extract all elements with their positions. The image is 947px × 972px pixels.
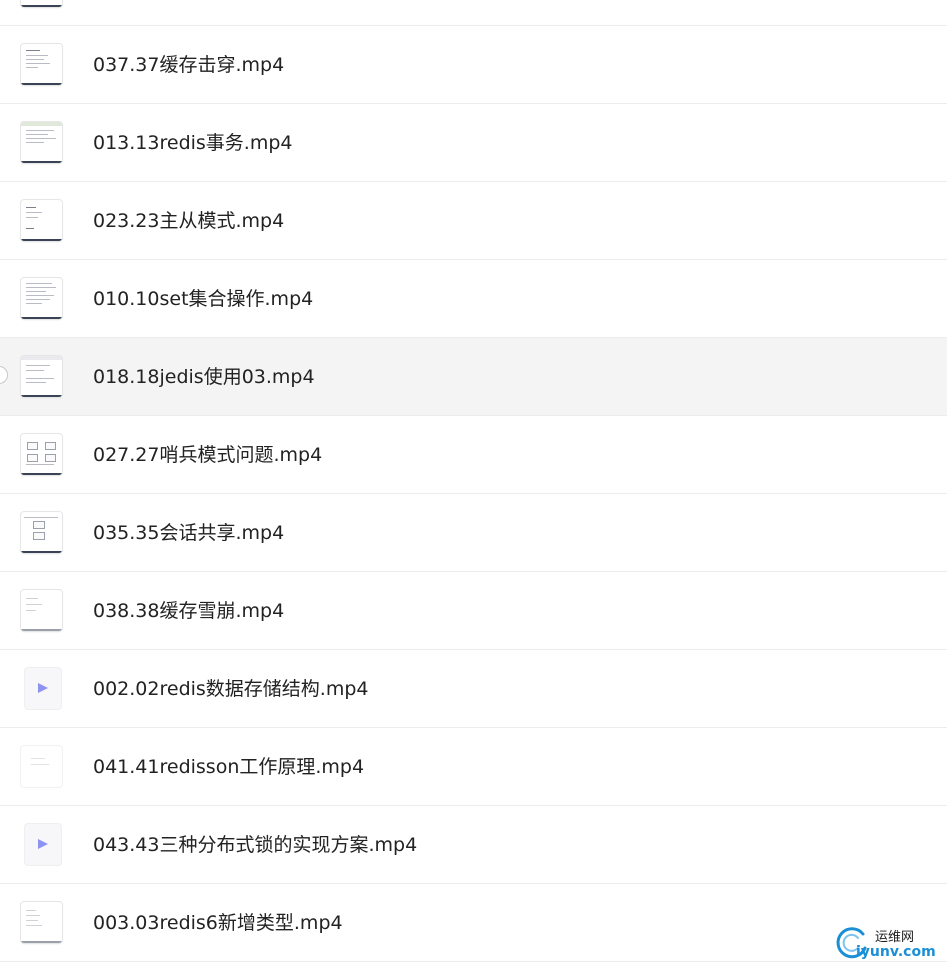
file-name: 003.03redis6新增类型.mp4 (93, 912, 343, 934)
file-name: 002.02redis数据存储结构.mp4 (93, 678, 369, 700)
file-row[interactable]: 002.02redis数据存储结构.mp4 (0, 650, 947, 728)
select-checkbox[interactable] (0, 366, 8, 384)
file-row[interactable]: 043.43三种分布式锁的实现方案.mp4 (0, 806, 947, 884)
play-icon (38, 683, 48, 693)
video-thumbnail (21, 200, 62, 241)
file-list: 037.37缓存击穿.mp4 013.13redis事务.mp4 023.23主… (0, 0, 947, 962)
file-name: 013.13redis事务.mp4 (93, 132, 293, 154)
watermark-url: iyunv.com (856, 944, 936, 960)
video-thumbnail (21, 44, 62, 85)
file-row[interactable]: 010.10set集合操作.mp4 (0, 260, 947, 338)
site-watermark: 运维网 iyunv.com (835, 922, 939, 966)
file-name: 023.23主从模式.mp4 (93, 210, 285, 232)
file-name: 038.38缓存雪崩.mp4 (93, 600, 285, 622)
video-thumbnail (21, 512, 62, 553)
file-row[interactable]: 023.23主从模式.mp4 (0, 182, 947, 260)
file-row[interactable]: 038.38缓存雪崩.mp4 (0, 572, 947, 650)
file-row[interactable] (0, 0, 947, 26)
video-file-icon (25, 668, 61, 709)
video-thumbnail (21, 122, 62, 163)
video-thumbnail (21, 434, 62, 475)
video-thumbnail (21, 0, 62, 7)
file-name: 010.10set集合操作.mp4 (93, 288, 314, 310)
watermark-title: 运维网 (875, 930, 915, 945)
video-file-icon (25, 824, 61, 865)
file-name: 041.41redisson工作原理.mp4 (93, 756, 365, 778)
file-name: 043.43三种分布式锁的实现方案.mp4 (93, 834, 418, 856)
video-thumbnail (21, 356, 62, 397)
file-name: 037.37缓存击穿.mp4 (93, 54, 285, 76)
file-row[interactable]: 003.03redis6新增类型.mp4 (0, 884, 947, 962)
file-name: 018.18jedis使用03.mp4 (93, 366, 315, 388)
file-row[interactable]: 018.18jedis使用03.mp4 (0, 338, 947, 416)
video-thumbnail (21, 902, 62, 943)
file-row[interactable]: 037.37缓存击穿.mp4 (0, 26, 947, 104)
file-row[interactable]: 013.13redis事务.mp4 (0, 104, 947, 182)
file-row[interactable]: 027.27哨兵模式问题.mp4 (0, 416, 947, 494)
file-name: 035.35会话共享.mp4 (93, 522, 285, 544)
file-row[interactable]: 041.41redisson工作原理.mp4 (0, 728, 947, 806)
video-thumbnail (21, 278, 62, 319)
file-row[interactable]: 035.35会话共享.mp4 (0, 494, 947, 572)
file-name: 027.27哨兵模式问题.mp4 (93, 444, 323, 466)
play-icon (38, 839, 48, 849)
video-thumbnail (21, 590, 62, 631)
video-thumbnail (21, 746, 62, 787)
